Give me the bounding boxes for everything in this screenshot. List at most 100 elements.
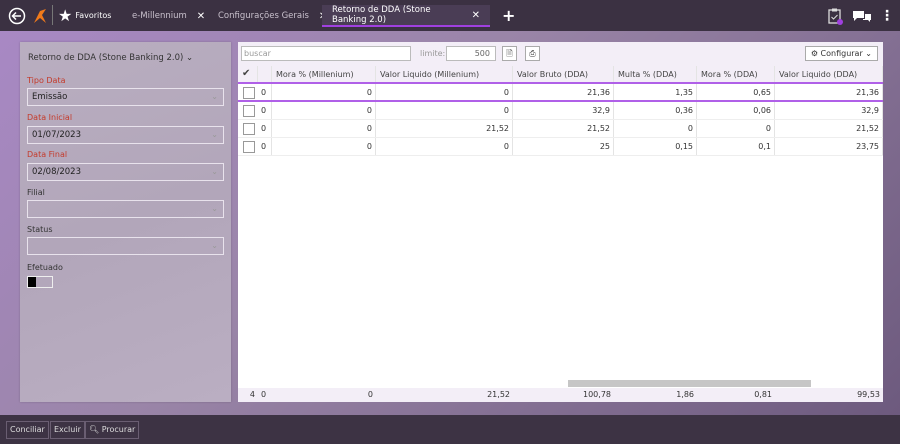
data-final-field[interactable]: 02/08/2023 ⌄ — [27, 163, 224, 181]
table-cell: 0,15 — [614, 138, 697, 155]
status-label: Status — [27, 225, 53, 234]
print-icon[interactable]: ⎙ — [525, 46, 540, 61]
more-menu-icon[interactable]: ⋮ — [880, 0, 894, 31]
limit-label: limite: — [420, 49, 446, 58]
procurar-button[interactable]: 🔍︎ Procurar — [85, 421, 140, 439]
chevron-down-icon: ⌄ — [211, 167, 218, 176]
table-cell: 21,36 — [513, 84, 614, 100]
table-cell: 0,65 — [697, 84, 775, 100]
table-cell: 25 — [513, 138, 614, 155]
footer-total: 21,52 — [487, 390, 510, 399]
chevron-down-icon: ⌄ — [865, 49, 872, 58]
footer-total: 0 — [367, 390, 373, 399]
table-cell: 0 — [258, 138, 272, 155]
table-cell: 0,1 — [697, 138, 775, 155]
select-all-checkmark-icon[interactable]: ✔ — [238, 66, 258, 82]
table-cell: 0 — [376, 138, 513, 155]
tab-retorno-dda[interactable]: Retorno de DDA (Stone Banking 2.0) ✕ — [322, 5, 490, 27]
table-row[interactable]: 0 0 0 21,36 1,35 0,65 21,36 — [238, 84, 883, 102]
efetuado-toggle[interactable] — [27, 276, 53, 288]
table-row[interactable]: 0 0 0 32,9 0,36 0,06 32,9 — [238, 102, 883, 120]
table-cell: 0 — [258, 84, 272, 100]
data-final-label: Data Final — [27, 150, 68, 159]
app-logo[interactable] — [33, 0, 47, 31]
export-file-icon[interactable]: 🗎 — [502, 46, 517, 61]
conciliar-button[interactable]: Conciliar — [6, 421, 49, 439]
footer-total: 1,86 — [676, 390, 694, 399]
table-cell: 21,52 — [513, 120, 614, 137]
table-cell: 0 — [272, 138, 376, 155]
table-cell: 0 — [272, 102, 376, 119]
table-cell: 0 — [258, 120, 272, 137]
table-cell: 0 — [272, 84, 376, 100]
status-select[interactable]: ⌄ — [27, 237, 224, 255]
table-cell: 0 — [614, 120, 697, 137]
star-icon: ★ — [58, 6, 73, 25]
chevron-down-icon: ⌄ — [211, 92, 218, 101]
report-title-dropdown[interactable]: Retorno de DDA (Stone Banking 2.0) ⌄ — [28, 53, 193, 63]
column-header[interactable]: Mora % (Millenium) — [272, 66, 376, 82]
footer-total: 99,53 — [857, 390, 880, 399]
efetuado-label: Efetuado — [27, 263, 63, 272]
row-checkbox[interactable] — [243, 141, 255, 153]
main-area: Retorno de DDA (Stone Banking 2.0) ⌄ Tip… — [0, 31, 900, 415]
chevron-down-icon: ⌄ — [186, 53, 194, 63]
filter-panel: Retorno de DDA (Stone Banking 2.0) ⌄ Tip… — [20, 42, 231, 402]
tipo-data-select[interactable]: Emissão ⌄ — [27, 88, 224, 106]
table-cell: 0 — [376, 102, 513, 119]
table-row[interactable]: 0 0 21,52 21,52 0 0 21,52 — [238, 120, 883, 138]
back-button[interactable] — [8, 0, 26, 31]
data-grid: buscar limite: 500 🗎 ⎙ ⚙ Configurar ⌄ ✔ … — [238, 42, 883, 402]
limit-input[interactable]: 500 — [446, 46, 496, 61]
close-icon[interactable]: ✕ — [197, 11, 205, 22]
chevron-down-icon: ⌄ — [211, 130, 218, 139]
tab-configuracoes-gerais[interactable]: Configurações Gerais✕ — [218, 5, 327, 27]
filial-label: Filial — [27, 188, 45, 197]
data-inicial-field[interactable]: 01/07/2023 ⌄ — [27, 126, 224, 144]
tab-e-millennium[interactable]: e-Millennium ✕ — [132, 5, 205, 27]
row-checkbox[interactable] — [243, 123, 255, 135]
table-cell: 0 — [258, 102, 272, 119]
table-cell: 0 — [376, 84, 513, 100]
table-row[interactable]: 0 0 0 25 0,15 0,1 23,75 — [238, 138, 883, 156]
column-header[interactable]: Valor Liquido (Millenium) — [376, 66, 513, 82]
table-cell: 0 — [272, 120, 376, 137]
table-cell: 32,9 — [775, 102, 883, 119]
logo-icon — [34, 8, 46, 23]
search-icon: 🔍︎ — [89, 425, 100, 434]
search-input[interactable]: buscar — [241, 46, 411, 61]
footer-total: 0,81 — [754, 390, 772, 399]
column-header[interactable]: Multa % (DDA) — [614, 66, 697, 82]
close-icon[interactable]: ✕ — [472, 10, 480, 21]
favorites-button[interactable]: ★ Favoritos — [58, 0, 111, 31]
table-cell: 21,52 — [775, 120, 883, 137]
excluir-button[interactable]: Excluir — [50, 421, 85, 439]
table-cell: 0 — [697, 120, 775, 137]
row-checkbox[interactable] — [243, 87, 255, 99]
column-header[interactable]: Mora % (DDA) — [697, 66, 775, 82]
tipo-data-label: Tipo Data — [27, 76, 66, 85]
table-cell: 21,52 — [376, 120, 513, 137]
add-tab-icon[interactable]: + — [502, 0, 515, 31]
row-checkbox[interactable] — [243, 105, 255, 117]
chevron-down-icon: ⌄ — [211, 204, 218, 213]
filial-select[interactable]: ⌄ — [27, 200, 224, 218]
table-cell: 23,75 — [775, 138, 883, 155]
configure-button[interactable]: ⚙ Configurar ⌄ — [804, 46, 878, 61]
table-cell: 21,36 — [775, 84, 883, 100]
horizontal-scrollbar[interactable] — [568, 380, 811, 387]
footer-total: 0 — [261, 390, 267, 399]
table-cell: 0,06 — [697, 102, 775, 119]
grid-footer-totals: 4 0 0 21,52 100,78 1,86 0,81 99,53 — [238, 388, 883, 402]
row-count: 4 — [249, 390, 255, 399]
column-header[interactable] — [258, 66, 272, 82]
column-header[interactable]: Valor Bruto (DDA) — [513, 66, 614, 82]
back-arrow-icon — [8, 7, 26, 24]
tasks-icon[interactable] — [827, 0, 843, 31]
table-cell: 0,36 — [614, 102, 697, 119]
chevron-down-icon: ⌄ — [211, 241, 218, 250]
column-header[interactable]: Valor Liquido (DDA) — [775, 66, 883, 82]
footer-total: 100,78 — [583, 390, 611, 399]
grid-toolbar: buscar limite: 500 🗎 ⎙ ⚙ Configurar ⌄ — [238, 42, 883, 66]
chat-icon[interactable] — [852, 0, 872, 31]
